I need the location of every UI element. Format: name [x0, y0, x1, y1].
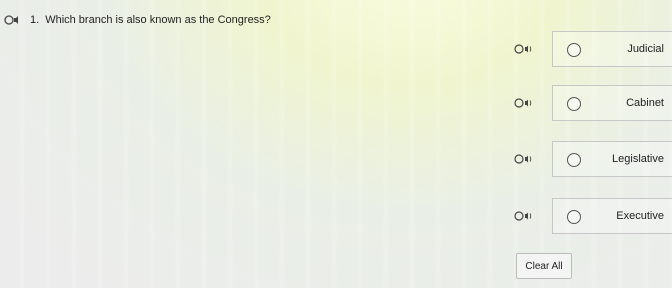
clear-all-button[interactable]: Clear All — [516, 253, 572, 279]
speaker-icon[interactable] — [514, 42, 536, 56]
question-audio-icon[interactable] — [4, 14, 22, 26]
radio-button[interactable] — [567, 43, 581, 57]
speaker-icon[interactable] — [514, 152, 536, 166]
choice-box[interactable]: Legislative — [552, 141, 672, 177]
choice-label: Executive — [616, 210, 664, 222]
radio-button[interactable] — [567, 210, 581, 224]
choice-label: Judicial — [627, 43, 664, 55]
speaker-icon[interactable] — [514, 209, 536, 223]
question-row: 1. Which branch is also known as the Con… — [4, 14, 271, 26]
choice-box[interactable]: Executive — [552, 198, 672, 234]
speaker-icon[interactable] — [514, 96, 536, 110]
choice-legislative[interactable]: Legislative — [508, 141, 672, 177]
choice-cabinet[interactable]: Cabinet — [508, 85, 672, 121]
radio-button[interactable] — [567, 153, 581, 167]
question-text: Which branch is also known as the Congre… — [45, 14, 271, 26]
choice-box[interactable]: Judicial — [552, 31, 672, 67]
choice-judicial[interactable]: Judicial — [508, 31, 672, 67]
radio-button[interactable] — [567, 97, 581, 111]
choice-label: Legislative — [612, 153, 664, 165]
choice-box[interactable]: Cabinet — [552, 85, 672, 121]
choice-label: Cabinet — [626, 97, 664, 109]
question-number: 1. — [30, 14, 40, 26]
choice-executive[interactable]: Executive — [508, 198, 672, 234]
